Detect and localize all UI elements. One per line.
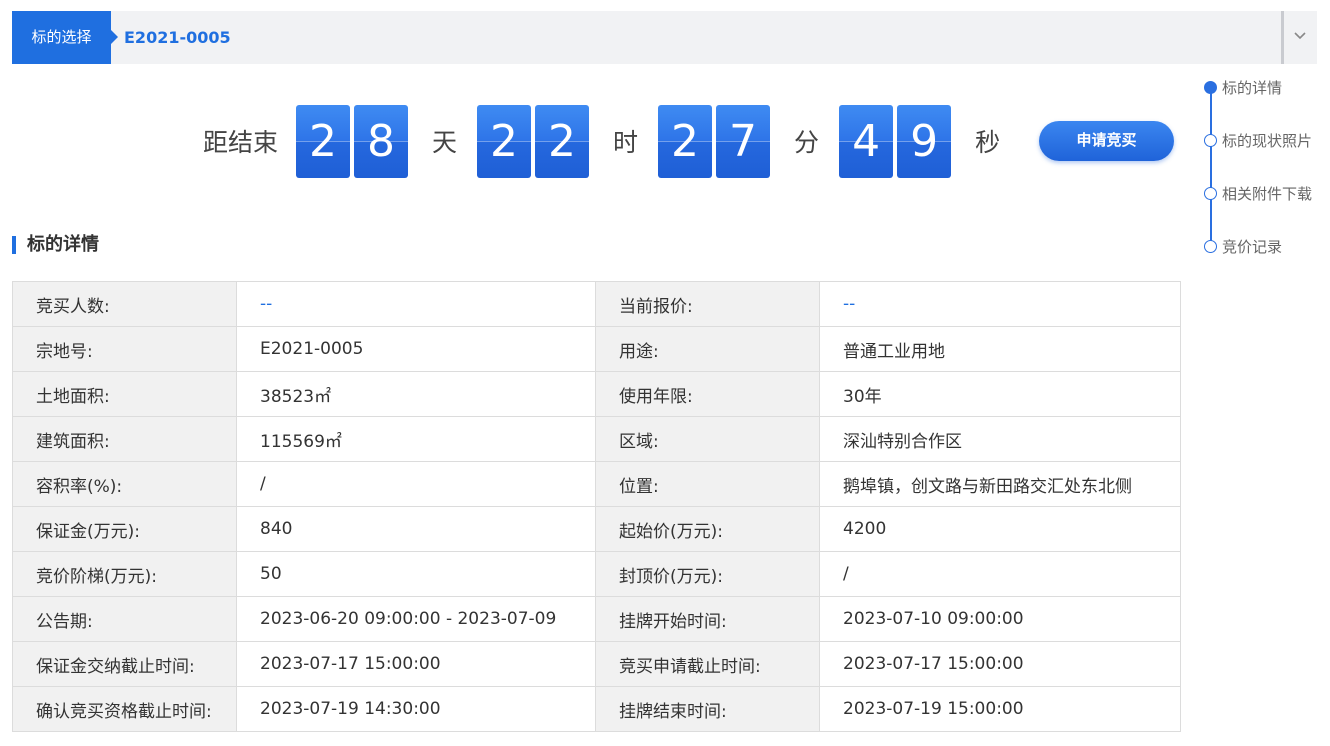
field-value: 38523㎡	[236, 371, 596, 417]
field-value: --	[236, 281, 596, 327]
table-row: 确认竞买资格截止时间: 2023-07-19 14:30:00 挂牌结束时间: …	[12, 686, 1181, 732]
minute-unit: 分	[794, 128, 820, 157]
field-value: /	[236, 461, 596, 507]
field-label: 使用年限:	[595, 371, 820, 417]
second-digit: 9	[897, 104, 952, 178]
field-label: 宗地号:	[12, 326, 237, 372]
field-value: 30年	[819, 371, 1181, 417]
countdown: 距结束 2 8 天 2 2 时 2 7 分 4 9 秒	[203, 104, 1020, 178]
side-nav: 标的详情 标的现状照片 相关附件下载 竞价记录	[1204, 78, 1312, 290]
side-nav-label: 标的详情	[1222, 79, 1283, 97]
target-selector[interactable]: 标的选择 E2021-0005	[12, 11, 1317, 64]
side-nav-label: 相关附件下载	[1222, 185, 1313, 203]
countdown-prefix: 距结束	[203, 128, 279, 157]
side-nav-item-bid-records[interactable]: 竞价记录	[1204, 237, 1312, 290]
table-row: 土地面积: 38523㎡ 使用年限: 30年	[12, 371, 1181, 417]
field-value: E2021-0005	[236, 326, 596, 372]
table-row: 竞价阶梯(万元): 50 封顶价(万元): /	[12, 551, 1181, 597]
day-unit: 天	[432, 128, 458, 157]
field-label: 容积率(%):	[12, 461, 237, 507]
minute-digit: 7	[716, 104, 771, 178]
days-digits: 2 8	[296, 104, 412, 178]
table-row: 容积率(%): / 位置: 鹅埠镇，创文路与新田路交汇处东北侧	[12, 461, 1181, 507]
field-label: 挂牌开始时间:	[595, 596, 820, 642]
field-label: 挂牌结束时间:	[595, 686, 820, 732]
dot-icon	[1204, 187, 1217, 200]
table-row: 保证金(万元): 840 起始价(万元): 4200	[12, 506, 1181, 552]
field-value: 50	[236, 551, 596, 597]
hours-digits: 2 2	[477, 104, 593, 178]
field-value: 4200	[819, 506, 1181, 552]
detail-table: 竞买人数: -- 当前报价: -- 宗地号: E2021-0005 用途: 普通…	[12, 281, 1181, 732]
side-nav-label: 竞价记录	[1222, 238, 1283, 256]
table-row: 竞买人数: -- 当前报价: --	[12, 281, 1181, 327]
dot-icon	[1204, 134, 1217, 147]
field-value: 115569㎡	[236, 416, 596, 462]
hour-unit: 时	[613, 128, 639, 157]
side-nav-item-details[interactable]: 标的详情	[1204, 78, 1312, 131]
side-nav-label: 标的现状照片	[1222, 132, 1313, 150]
side-nav-item-attachments[interactable]: 相关附件下载	[1204, 184, 1312, 237]
field-value: 深汕特别合作区	[819, 416, 1181, 462]
selector-label: 标的选择	[12, 11, 118, 64]
field-label: 建筑面积:	[12, 416, 237, 462]
field-value: 2023-07-17 15:00:00	[819, 641, 1181, 687]
seconds-digits: 4 9	[839, 104, 955, 178]
field-value: 2023-07-19 15:00:00	[819, 686, 1181, 732]
field-label: 竞买人数:	[12, 281, 237, 327]
side-nav-item-photos[interactable]: 标的现状照片	[1204, 131, 1312, 184]
field-value: 2023-07-10 09:00:00	[819, 596, 1181, 642]
field-label: 保证金交纳截止时间:	[12, 641, 237, 687]
field-label: 区域:	[595, 416, 820, 462]
field-label: 封顶价(万元):	[595, 551, 820, 597]
field-label: 公告期:	[12, 596, 237, 642]
table-row: 公告期: 2023-06-20 09:00:00 - 2023-07-09 挂牌…	[12, 596, 1181, 642]
second-digit: 4	[839, 104, 894, 178]
table-row: 保证金交纳截止时间: 2023-07-17 15:00:00 竞买申请截止时间:…	[12, 641, 1181, 687]
apply-bid-button[interactable]: 申请竞买	[1039, 121, 1174, 161]
table-row: 宗地号: E2021-0005 用途: 普通工业用地	[12, 326, 1181, 372]
field-label: 保证金(万元):	[12, 506, 237, 552]
chevron-down-icon	[1294, 32, 1306, 40]
field-value: --	[819, 281, 1181, 327]
field-label: 当前报价:	[595, 281, 820, 327]
field-label: 竞价阶梯(万元):	[12, 551, 237, 597]
hour-digit: 2	[535, 104, 590, 178]
field-label: 竞买申请截止时间:	[595, 641, 820, 687]
section-title: 标的详情	[12, 234, 99, 256]
field-value: 2023-07-17 15:00:00	[236, 641, 596, 687]
minute-digit: 2	[658, 104, 713, 178]
dot-icon	[1204, 240, 1217, 253]
field-value: 鹅埠镇，创文路与新田路交汇处东北侧	[819, 461, 1181, 507]
field-label: 位置:	[595, 461, 820, 507]
active-dot-icon	[1204, 81, 1217, 94]
dropdown-toggle[interactable]	[1281, 11, 1317, 64]
hour-digit: 2	[477, 104, 532, 178]
second-unit: 秒	[975, 128, 1001, 157]
field-value: 普通工业用地	[819, 326, 1181, 372]
field-label: 土地面积:	[12, 371, 237, 417]
day-digit: 2	[296, 104, 351, 178]
minutes-digits: 2 7	[658, 104, 774, 178]
table-row: 建筑面积: 115569㎡ 区域: 深汕特别合作区	[12, 416, 1181, 462]
field-value: 840	[236, 506, 596, 552]
field-value: /	[819, 551, 1181, 597]
day-digit: 8	[354, 104, 409, 178]
field-label: 用途:	[595, 326, 820, 372]
field-label: 起始价(万元):	[595, 506, 820, 552]
field-value: 2023-07-19 14:30:00	[236, 686, 596, 732]
field-value: 2023-06-20 09:00:00 - 2023-07-09	[236, 596, 596, 642]
selector-value[interactable]: E2021-0005	[124, 11, 231, 64]
field-label: 确认竞买资格截止时间:	[12, 686, 237, 732]
